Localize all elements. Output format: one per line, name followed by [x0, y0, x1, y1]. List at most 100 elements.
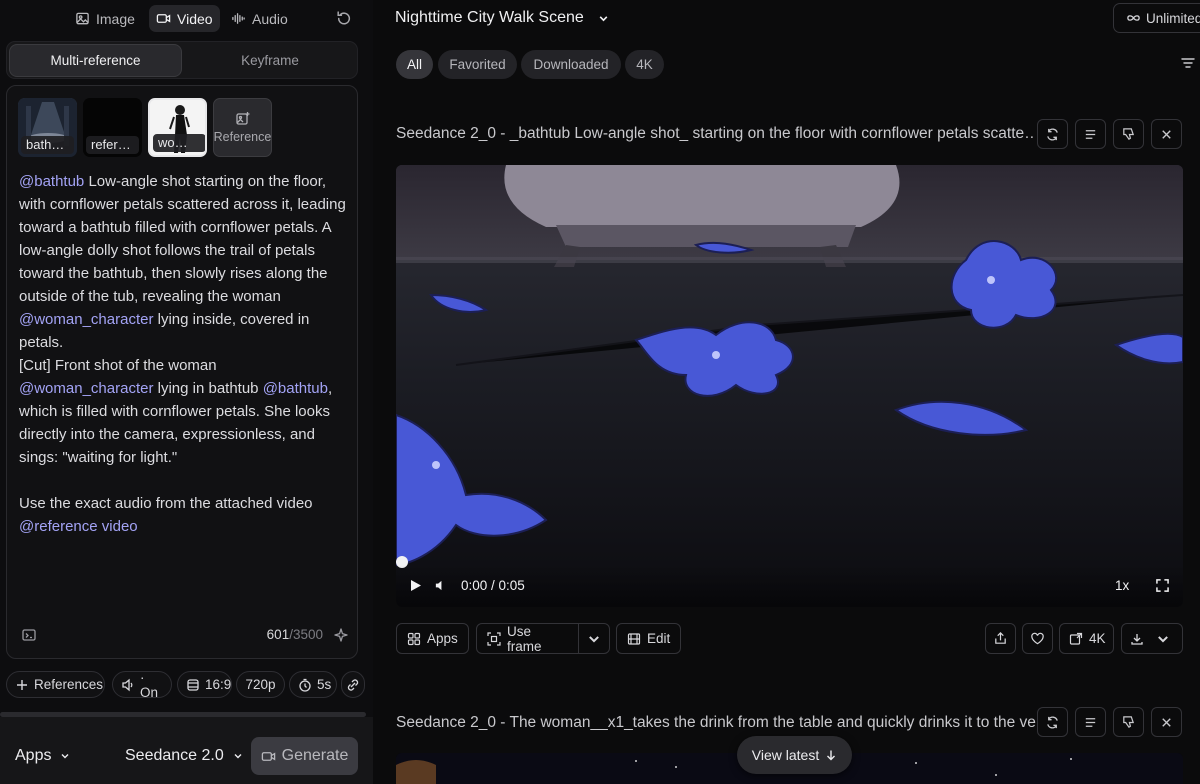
favorite-button[interactable] [1022, 623, 1053, 654]
prompt-segment: , which is filled with cornflower petals… [19, 380, 333, 512]
use-frame-menu-button[interactable] [578, 623, 610, 654]
nav-image[interactable]: Image [68, 5, 142, 32]
speaker-icon [121, 678, 135, 692]
view-latest-button[interactable]: View latest [737, 736, 852, 774]
regenerate-button[interactable] [1037, 707, 1068, 737]
audio-icon [231, 11, 246, 26]
plan-badge[interactable]: Unlimited [1113, 3, 1200, 33]
dislike-button[interactable] [1113, 119, 1144, 149]
upscale-icon [1069, 632, 1083, 646]
project-title: Nighttime City Walk Scene [395, 9, 584, 26]
reference-thumb-woman[interactable]: wo… [148, 98, 207, 157]
video-player[interactable]: 0:00 / 0:05 1x [396, 165, 1183, 607]
reference-label: wo… [153, 134, 205, 152]
volume-icon[interactable] [434, 579, 447, 592]
tab-multi-reference[interactable]: Multi-reference [9, 44, 182, 77]
enhance-sparkle-icon[interactable] [333, 627, 349, 643]
generate-bar: Apps Seedance 2.0 Generate [0, 717, 373, 784]
plan-label: Unlimited [1146, 10, 1200, 26]
thumbs-down-icon [1121, 715, 1136, 730]
upscale-4k-button[interactable]: 4K [1059, 623, 1114, 654]
char-count: 601 [266, 627, 290, 642]
nav-audio-label: Audio [252, 10, 288, 27]
chevron-down-icon [1156, 632, 1170, 646]
prompt-footer: 601/3500 [19, 626, 349, 646]
left-panel: Image Video Audio Multi-reference Keyfra… [0, 0, 373, 784]
video-time: 0:00 / 0:05 [461, 578, 525, 593]
media-type-nav: Image Video Audio [0, 5, 373, 33]
model-label: Seedance 2.0 [125, 747, 224, 764]
prompt-mention: @bathtub [19, 173, 85, 190]
image-icon [75, 11, 90, 26]
close-icon [1159, 127, 1174, 142]
prompt-mention: @woman_character [19, 311, 154, 328]
duration-chip[interactable]: 5s [289, 671, 337, 698]
filter-icon[interactable] [1180, 55, 1196, 71]
text-lines-icon [1083, 127, 1098, 142]
timer-icon [298, 678, 312, 692]
dislike-button[interactable] [1113, 707, 1144, 737]
edit-button[interactable]: Edit [616, 623, 682, 654]
refresh-icon[interactable] [335, 10, 352, 27]
prompt-mention: @reference video [19, 518, 138, 535]
fullscreen-icon[interactable] [1156, 579, 1169, 592]
prompt-segment: Low-angle shot starting on the floor, wi… [19, 173, 350, 305]
reference-label: refer… [86, 136, 139, 154]
char-max: /3500 [289, 627, 323, 642]
filter-downloaded[interactable]: Downloaded [521, 50, 621, 79]
regenerate-button[interactable] [1037, 119, 1068, 149]
aspect-ratio-chip[interactable]: 16:9 [177, 671, 232, 698]
audio-toggle-chip[interactable]: · On [112, 670, 172, 700]
extra-settings-chip[interactable] [341, 671, 365, 698]
nav-audio[interactable]: Audio [224, 5, 295, 32]
heart-icon [1030, 631, 1045, 646]
filter-4k[interactable]: 4K [625, 50, 664, 79]
nav-video[interactable]: Video [149, 5, 220, 32]
video-frame-petals [396, 165, 1183, 607]
add-image-icon [235, 111, 251, 127]
add-reference-button[interactable]: Reference [213, 98, 272, 157]
close-icon [1159, 715, 1174, 730]
edit-label: Edit [647, 631, 671, 646]
download-button[interactable] [1121, 623, 1183, 654]
apps-label: Apps [15, 747, 52, 764]
model-dropdown[interactable]: Seedance 2.0 [125, 747, 243, 765]
film-edit-icon [627, 632, 641, 646]
use-frame-button[interactable]: Use frame [476, 623, 579, 654]
nav-image-label: Image [96, 10, 135, 27]
generate-button[interactable]: Generate [251, 737, 358, 775]
play-icon[interactable] [410, 579, 422, 592]
resolution-chip[interactable]: 720p [236, 671, 285, 698]
prompt-text[interactable]: @bathtub Low-angle shot starting on the … [19, 170, 349, 538]
chevron-down-icon [587, 632, 601, 646]
upscale-label: 4K [1089, 631, 1106, 646]
generate-label: Generate [281, 747, 349, 764]
references-chip[interactable]: References [6, 671, 105, 698]
apps-dropdown[interactable]: Apps [15, 747, 70, 765]
ratio-chip-label: 16:9 [205, 677, 232, 692]
close-button[interactable] [1151, 119, 1182, 149]
playback-speed[interactable]: 1x [1115, 578, 1129, 593]
filter-all[interactable]: All [396, 50, 433, 79]
prompt-segment: lying in bathtub [153, 380, 263, 397]
tab-keyframe[interactable]: Keyframe [185, 44, 355, 77]
image-to-prompt-icon[interactable] [21, 627, 37, 643]
prompt-details-button[interactable] [1075, 119, 1106, 149]
close-button[interactable] [1151, 707, 1182, 737]
project-selector[interactable]: Nighttime City Walk Scene [395, 9, 609, 27]
thumbs-down-icon [1121, 127, 1136, 142]
resolution-chip-label: 720p [245, 677, 276, 692]
filter-favorited[interactable]: Favorited [438, 50, 517, 79]
plus-icon [15, 678, 29, 692]
prompt-details-button[interactable] [1075, 707, 1106, 737]
reference-thumb-video[interactable]: refer… [83, 98, 142, 157]
video-icon [261, 749, 276, 764]
apps-button[interactable]: Apps [396, 623, 469, 654]
video-icon [156, 11, 171, 26]
settings-chips: References · On 16:9 720p 5s [6, 670, 366, 700]
share-button[interactable] [985, 623, 1016, 654]
prompt-panel: bath… refer… wo… Reference @bathtub Low-… [6, 85, 358, 659]
video-controls: 0:00 / 0:05 1x [396, 565, 1183, 607]
reference-thumb-bathtub[interactable]: bath… [18, 98, 77, 157]
app-root: Image Video Audio Multi-reference Keyfra… [0, 0, 1200, 784]
